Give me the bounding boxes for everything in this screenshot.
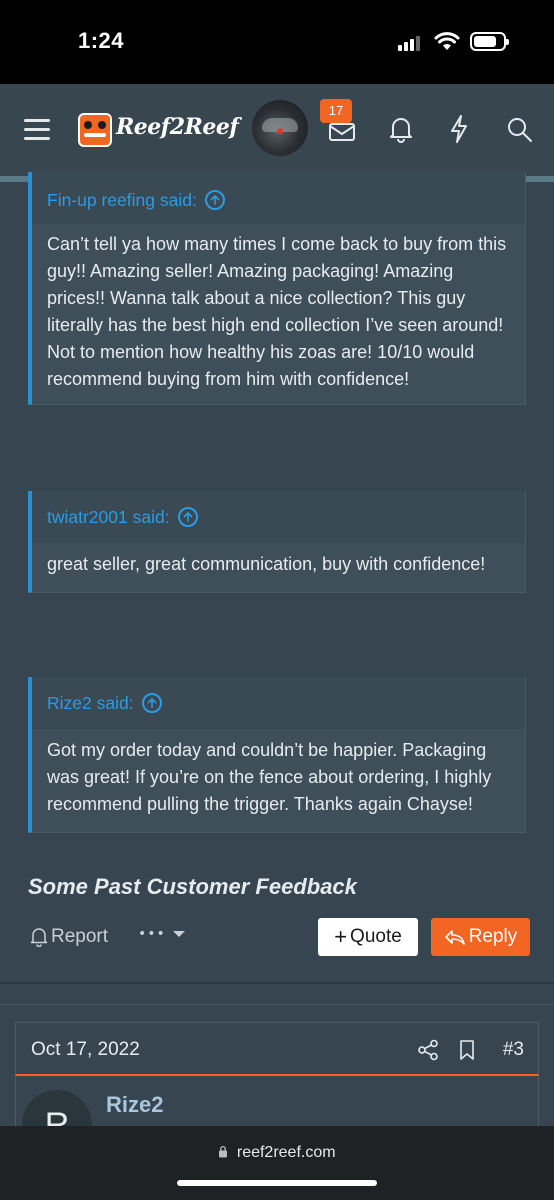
quote-text: great seller, great communication, buy w…	[47, 554, 486, 574]
inbox-icon[interactable]	[328, 118, 356, 142]
post-header: Oct 17, 2022 #3	[15, 1022, 539, 1076]
quote-text: Can’t tell ya how many times I come back…	[47, 234, 507, 389]
quote-text: Got my order today and couldn’t be happi…	[47, 740, 492, 814]
post-divider	[0, 1004, 554, 1005]
jump-to-post-icon[interactable]	[204, 190, 225, 210]
address-bar[interactable]: reef2reef.com	[0, 1144, 554, 1162]
caret-down-icon	[172, 931, 185, 937]
quote-author[interactable]: Fin-up reefing said:	[47, 190, 197, 211]
bookmark-icon[interactable]	[458, 1039, 476, 1061]
post-username[interactable]: Rize2	[106, 1092, 163, 1118]
jump-to-post-icon[interactable]	[177, 507, 198, 527]
logo-mark-icon	[78, 113, 112, 147]
plus-icon: +	[334, 924, 348, 949]
browser-toolbar	[0, 1126, 554, 1200]
post-divider	[0, 982, 554, 984]
bell-icon	[30, 928, 48, 947]
quote-button[interactable]: + Quote	[318, 918, 418, 956]
home-indicator[interactable]	[177, 1180, 377, 1186]
quote-header[interactable]: Fin-up reefing said:	[32, 172, 525, 224]
quote-block: Rize2 said: Got my order today and could…	[28, 677, 526, 833]
post-date[interactable]: Oct 17, 2022	[31, 1039, 140, 1061]
user-avatar[interactable]	[252, 100, 308, 156]
bell-icon[interactable]	[388, 115, 414, 143]
more-label: •••	[138, 926, 166, 942]
battery-icon	[470, 32, 509, 51]
quote-header[interactable]: Rize2 said:	[32, 677, 525, 729]
lightning-icon[interactable]	[448, 114, 470, 144]
reply-button[interactable]: Reply	[431, 918, 530, 956]
url-text: reef2reef.com	[236, 1144, 336, 1161]
wifi-icon	[434, 32, 460, 50]
quote-block: twiatr2001 said: great seller, great com…	[28, 491, 526, 593]
quote-label: Quote	[350, 926, 402, 947]
share-icon[interactable]	[417, 1039, 439, 1061]
status-time: 1:24	[78, 28, 125, 53]
status-bar: 1:24	[0, 0, 554, 84]
menu-icon[interactable]	[24, 119, 50, 141]
report-link[interactable]: Report	[30, 926, 108, 948]
quote-block: Fin-up reefing said: Can’t tell ya how m…	[28, 172, 526, 405]
more-options-button[interactable]: •••	[138, 926, 186, 942]
reply-label: Reply	[468, 926, 518, 947]
reply-icon	[444, 930, 465, 945]
lock-icon	[219, 1145, 228, 1158]
search-icon[interactable]	[506, 116, 534, 144]
cellular-signal-icon	[398, 35, 424, 51]
report-label: Report	[51, 926, 109, 947]
quote-header[interactable]: twiatr2001 said:	[32, 491, 525, 543]
site-logo[interactable]: Reef2Reef	[78, 110, 239, 150]
quote-author[interactable]: twiatr2001 said:	[47, 507, 170, 528]
logo-text: Reef2Reef	[116, 114, 239, 140]
post-heading: Some Past Customer Feedback	[28, 874, 357, 899]
quote-author[interactable]: Rize2 said:	[47, 693, 134, 714]
post-number[interactable]: #3	[503, 1039, 524, 1061]
jump-to-post-icon[interactable]	[141, 693, 162, 713]
